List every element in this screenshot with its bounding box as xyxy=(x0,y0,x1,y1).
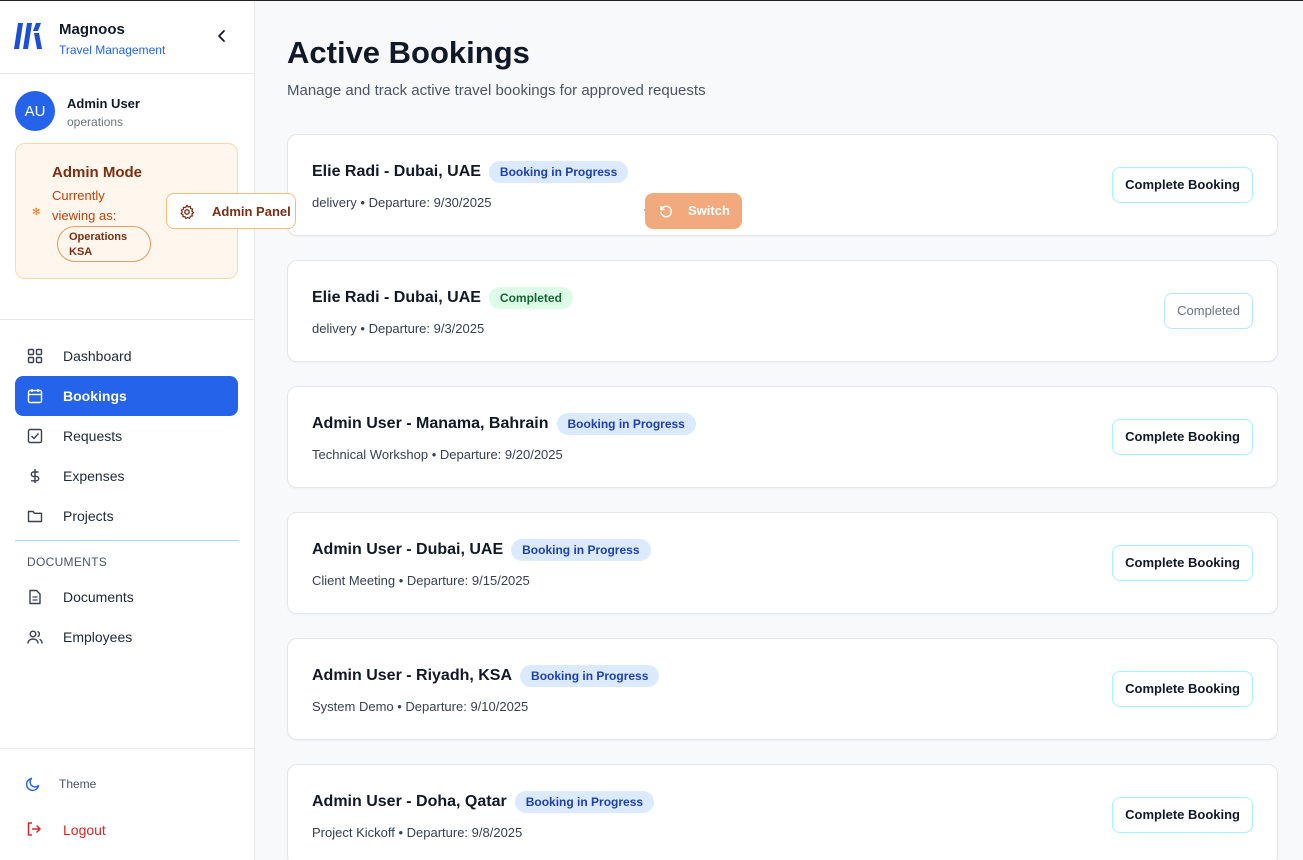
file-icon xyxy=(29,589,41,605)
booking-title: Admin User - Manama, Bahrain xyxy=(312,415,549,432)
booking-title: Elie Radi - Dubai, UAE xyxy=(312,163,481,180)
documents-section-label: DOCUMENTS xyxy=(27,555,108,569)
complete-booking-button[interactable]: Complete Booking xyxy=(1112,671,1253,707)
booking-card: Elie Radi - Dubai, UAE Completed deliver… xyxy=(287,260,1278,362)
admin-panel-label: Admin Panel xyxy=(212,204,291,219)
booking-card: Admin User - Dubai, UAE Booking in Progr… xyxy=(287,512,1278,614)
booking-header: Elie Radi - Dubai, UAE Completed xyxy=(312,287,573,309)
sidebar-item-bookings[interactable]: Bookings xyxy=(15,376,238,416)
viewing-as-label: Currently viewing as: xyxy=(52,188,117,223)
check-square-icon xyxy=(27,428,43,444)
magnoos-logo-icon xyxy=(14,23,42,49)
nav-divider xyxy=(15,540,239,541)
page-title: Active Bookings xyxy=(287,35,530,70)
complete-booking-button[interactable]: Complete Booking xyxy=(1112,167,1253,203)
sidebar-item-documents[interactable]: Documents xyxy=(15,577,238,617)
booking-meta: Client Meeting • Departure: 9/15/2025 xyxy=(312,573,530,588)
status-badge: Booking in Progress xyxy=(514,791,655,813)
sidebar-item-label: Projects xyxy=(63,508,114,524)
rotate-ccw-icon xyxy=(660,205,673,218)
booking-meta: delivery • Departure: 9/3/2025 xyxy=(312,321,485,336)
main-content: Active Bookings Manage and track active … xyxy=(255,1,1303,860)
folder-icon xyxy=(27,510,43,523)
sidebar-item-expenses[interactable]: Expenses xyxy=(15,456,238,496)
sidebar-item-projects[interactable]: Projects xyxy=(15,496,238,536)
booking-header: Admin User - Dubai, UAE Booking in Progr… xyxy=(312,539,651,561)
sidebar: Magnoos Travel Management AU Admin User … xyxy=(0,1,255,860)
avatar: AU xyxy=(15,91,55,131)
booking-meta: Technical Workshop • Departure: 9/20/202… xyxy=(312,447,563,462)
theme-toggle[interactable]: Theme xyxy=(15,766,238,802)
page-subtitle: Manage and track active travel bookings … xyxy=(287,82,706,99)
logout-label: Logout xyxy=(63,822,106,838)
user-name: Admin User xyxy=(67,96,140,111)
brand-subtitle: Travel Management xyxy=(59,43,166,57)
logout-button[interactable]: Logout xyxy=(15,811,238,847)
booking-card: Elie Radi - Dubai, UAE Booking in Progre… xyxy=(287,134,1278,236)
moon-icon xyxy=(25,777,40,792)
users-icon xyxy=(27,630,43,644)
admin-mode-icon: ✻ xyxy=(32,207,41,218)
booking-title: Admin User - Dubai, UAE xyxy=(312,541,504,558)
status-badge: Booking in Progress xyxy=(556,413,696,435)
sidebar-divider xyxy=(0,319,254,320)
switch-label: Switch xyxy=(688,203,730,218)
brand-header: Magnoos Travel Management xyxy=(0,1,254,74)
switch-button[interactable]: Switch xyxy=(645,193,742,229)
booking-card: Admin User - Manama, Bahrain Booking in … xyxy=(287,386,1278,488)
gear-icon xyxy=(180,204,195,220)
booking-header: Admin User - Doha, Qatar Booking in Prog… xyxy=(312,791,655,813)
status-badge: Booking in Progress xyxy=(511,539,651,561)
brand-name: Magnoos xyxy=(59,21,125,38)
dollar-icon xyxy=(30,469,40,483)
booking-header: Admin User - Riyadh, KSA Booking in Prog… xyxy=(312,665,660,687)
booking-meta: System Demo • Departure: 9/10/2025 xyxy=(312,699,529,714)
status-badge: Completed xyxy=(488,287,573,309)
logout-icon xyxy=(27,822,41,836)
sidebar-item-label: Expenses xyxy=(63,468,125,484)
sidebar-item-label: Employees xyxy=(63,629,133,645)
sidebar-item-employees[interactable]: Employees xyxy=(15,617,238,657)
sidebar-item-label: Dashboard xyxy=(63,348,132,364)
sidebar-footer-divider xyxy=(0,748,254,749)
booking-title: Admin User - Riyadh, KSA xyxy=(312,667,513,684)
complete-booking-button[interactable]: Complete Booking xyxy=(1112,797,1253,833)
booking-title: Admin User - Doha, Qatar xyxy=(312,793,507,810)
grid-icon xyxy=(27,348,43,364)
booking-title: Elie Radi - Dubai, UAE xyxy=(312,289,481,306)
completed-button: Completed xyxy=(1164,293,1253,329)
chevron-left-icon[interactable] xyxy=(214,28,230,44)
sidebar-item-label: Documents xyxy=(63,589,134,605)
sidebar-item-label: Bookings xyxy=(63,388,127,404)
booking-meta: delivery • Departure: 9/30/2025 xyxy=(312,195,492,210)
status-badge: Booking in Progress xyxy=(520,665,660,687)
sidebar-item-label: Requests xyxy=(63,428,123,444)
booking-card: Admin User - Doha, Qatar Booking in Prog… xyxy=(287,764,1278,860)
calendar-icon xyxy=(27,389,43,404)
complete-booking-button[interactable]: Complete Booking xyxy=(1112,545,1253,581)
viewing-as-badge: Operations KSA xyxy=(57,226,151,262)
user-role: operations xyxy=(67,115,124,129)
sidebar-item-dashboard[interactable]: Dashboard xyxy=(15,336,238,376)
booking-card: Admin User - Riyadh, KSA Booking in Prog… xyxy=(287,638,1278,740)
complete-booking-button[interactable]: Complete Booking xyxy=(1112,419,1253,455)
booking-header: Elie Radi - Dubai, UAE Booking in Progre… xyxy=(312,161,629,183)
sidebar-item-requests[interactable]: Requests xyxy=(15,416,238,456)
admin-mode-title: Admin Mode xyxy=(52,164,142,181)
admin-panel-button[interactable]: Admin Panel xyxy=(166,193,296,229)
status-badge: Booking in Progress xyxy=(488,161,629,183)
theme-label: Theme xyxy=(59,777,97,791)
booking-meta: Project Kickoff • Departure: 9/8/2025 xyxy=(312,825,523,840)
booking-header: Admin User - Manama, Bahrain Booking in … xyxy=(312,413,696,435)
